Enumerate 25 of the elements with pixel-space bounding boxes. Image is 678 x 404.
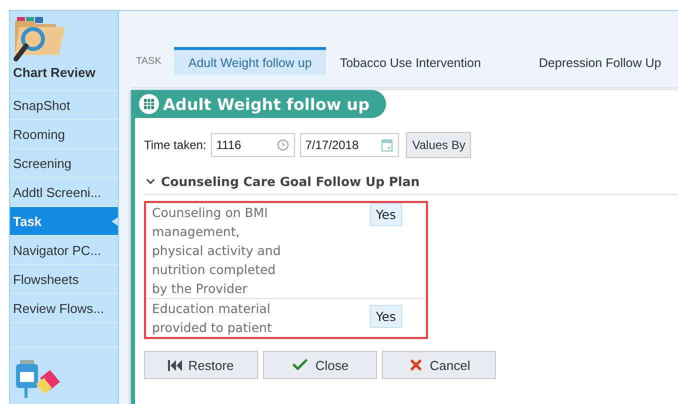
folder-magnifier-icon: [13, 17, 67, 63]
tab[interactable]: Tobacco Use Intervention: [326, 47, 495, 75]
tab[interactable]: Depression Follow Up: [524, 47, 676, 75]
action-button[interactable]: Close: [263, 351, 377, 379]
table-icon: [139, 94, 159, 114]
section-title: Counseling Care Goal Follow Up Plan: [161, 174, 420, 189]
sidebar-item[interactable]: Task: [10, 207, 118, 236]
skip-back-icon: [168, 360, 182, 370]
tab[interactable]: Adult Weight follow up: [174, 47, 326, 75]
answer-button[interactable]: Yes: [370, 305, 402, 328]
time-field[interactable]: 1116: [211, 133, 296, 157]
sidebar-header: Chart Review: [13, 65, 96, 80]
panel-title-text: Adult Weight follow up: [163, 94, 370, 114]
clock-icon[interactable]: [277, 139, 290, 151]
values-by-button[interactable]: Values By: [406, 132, 472, 158]
action-button[interactable]: Restore: [144, 351, 258, 379]
question-label: Education material provided to patient: [152, 300, 273, 337]
answer-button[interactable]: Yes: [370, 203, 402, 226]
close-icon: [408, 357, 424, 373]
question-label: Counseling on BMI management, physical activity and nutrition completed by the Provider: [152, 204, 282, 298]
field-label: Time taken:: [144, 138, 206, 152]
action-button[interactable]: Cancel: [382, 351, 496, 379]
date-field[interactable]: 7/17/2018: [300, 133, 400, 157]
tab-caption: TASK: [135, 56, 162, 66]
calendar-icon[interactable]: [381, 138, 394, 152]
